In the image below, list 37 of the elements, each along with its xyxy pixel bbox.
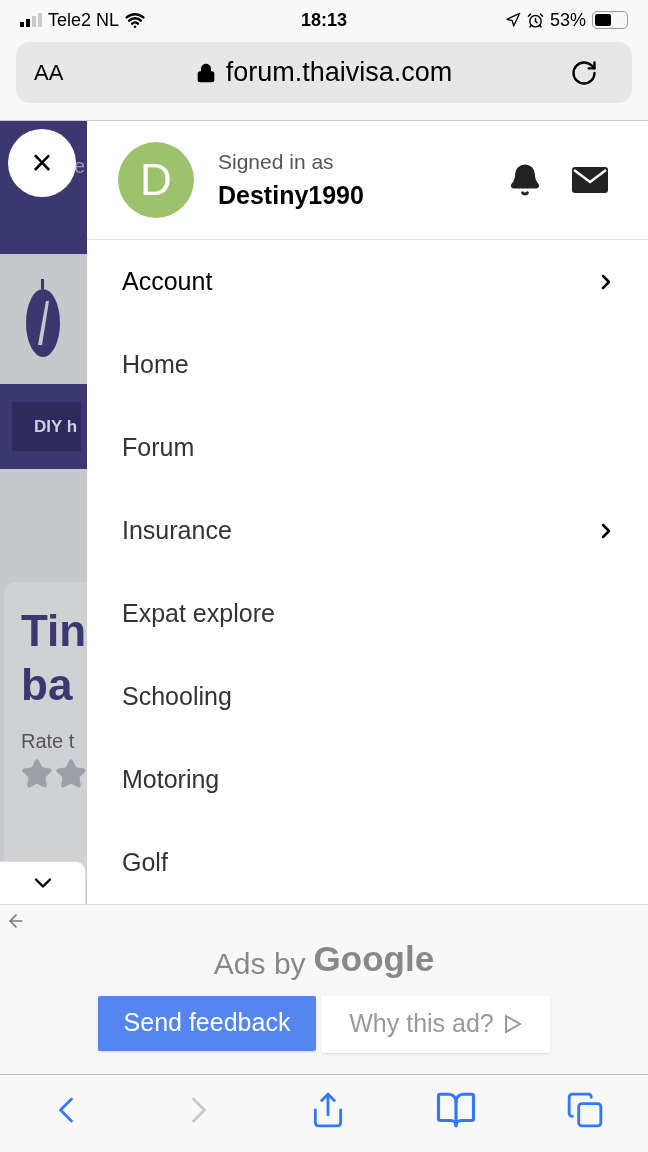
battery-icon bbox=[592, 11, 628, 29]
carrier-name: Tele2 NL bbox=[48, 8, 120, 32]
menu-item[interactable]: Schooling bbox=[87, 655, 648, 738]
star-icon[interactable] bbox=[55, 758, 87, 790]
star-icon[interactable] bbox=[21, 758, 53, 790]
rate-label: Rate t bbox=[21, 729, 76, 754]
text-size-button[interactable]: AA bbox=[34, 56, 94, 89]
ads-by-label: Ads by bbox=[213, 945, 306, 982]
wifi-icon bbox=[125, 10, 146, 30]
address-bar[interactable]: AA forum.thaivisa.com bbox=[16, 42, 632, 103]
mail-icon[interactable] bbox=[572, 167, 608, 193]
tabs-icon[interactable] bbox=[565, 1090, 604, 1129]
signed-in-label: Signed in as bbox=[218, 148, 335, 175]
logo-icon bbox=[26, 279, 60, 359]
lock-icon bbox=[195, 62, 216, 83]
location-icon bbox=[504, 12, 521, 28]
menu-item[interactable]: Motoring bbox=[87, 738, 648, 821]
username: Destiny1990 bbox=[218, 180, 365, 211]
brand-name: Google bbox=[313, 938, 435, 980]
menu-item[interactable]: Home bbox=[87, 323, 648, 406]
menu-item[interactable]: Expat explore bbox=[87, 572, 648, 655]
article-title: ba bbox=[21, 659, 74, 711]
menu-item[interactable]: Account bbox=[87, 240, 648, 323]
play-info-icon bbox=[503, 1014, 522, 1034]
menu-item[interactable]: Forum bbox=[87, 406, 648, 489]
bell-icon[interactable] bbox=[508, 163, 542, 197]
send-feedback-button[interactable]: Send feedback bbox=[98, 995, 316, 1051]
category-tag[interactable]: DIY h bbox=[12, 401, 82, 452]
menu-item[interactable]: Golf bbox=[87, 821, 648, 904]
clock-time: 18:13 bbox=[299, 8, 348, 32]
article-title: Tin bbox=[21, 605, 87, 657]
menu-item[interactable]: Insurance bbox=[87, 489, 648, 572]
header-text: e bbox=[73, 154, 86, 179]
signal-icon bbox=[20, 13, 42, 27]
alarm-icon bbox=[526, 11, 544, 29]
url-text: forum.thaivisa.com bbox=[225, 56, 453, 90]
battery-percentage: 53% bbox=[549, 8, 586, 32]
